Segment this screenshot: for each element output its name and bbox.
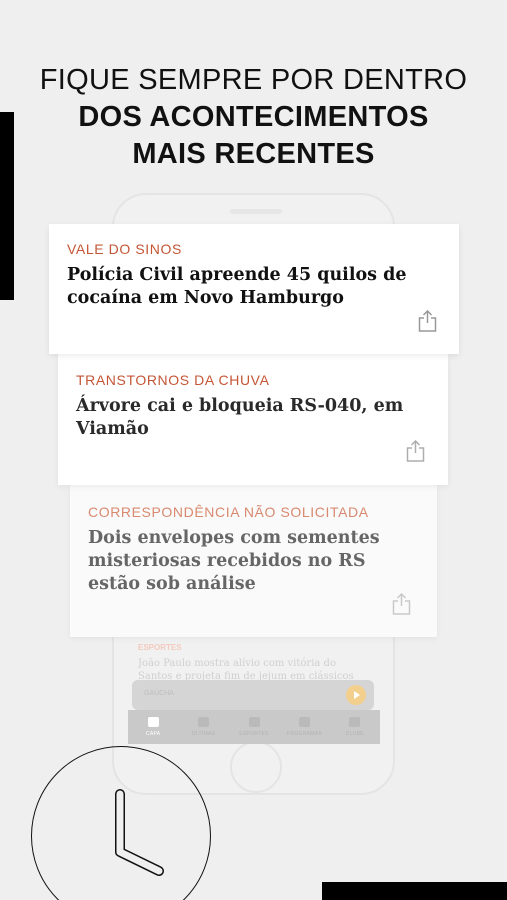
- decorative-bottom-bar: [322, 882, 507, 900]
- tab-capa: CAPA: [128, 710, 178, 744]
- news-card-title: Árvore cai e bloqueia RS-040, em Viamão: [76, 396, 404, 439]
- headline-line-2: DOS ACONTECIMENTOS: [0, 99, 507, 136]
- news-card-2[interactable]: TRANSTORNOS DA CHUVA Árvore cai e bloque…: [58, 354, 448, 485]
- news-card-title: Polícia Civil apreende 45 quilos de coca…: [67, 265, 407, 308]
- phone-tab-bar: CAPA ÚLTIMAS ESPORTES PROGRAMAS CLUBE: [128, 710, 380, 744]
- phone-background-story: ESPORTES João Paulo mostra alívio com vi…: [138, 643, 368, 683]
- tab-esportes: ESPORTES: [229, 710, 279, 744]
- tab-clube: CLUBE: [330, 710, 380, 744]
- play-icon: [346, 685, 366, 705]
- video-icon: [298, 717, 310, 727]
- headline-line-2-prefix: DOS: [78, 101, 150, 133]
- headline-line-1: FIQUE SEMPRE POR DENTRO: [39, 64, 468, 96]
- tab-ultimas: ÚLTIMAS: [178, 710, 228, 744]
- home-icon: [147, 717, 159, 727]
- phone-home-button: [230, 741, 282, 793]
- club-icon: [349, 717, 361, 727]
- news-card-3[interactable]: CORRESPONDÊNCIA NÃO SOLICITADA Dois enve…: [70, 485, 437, 637]
- headline-line-3: MAIS RECENTES: [132, 138, 375, 170]
- phone-audio-player: GAÚCHA: [132, 680, 374, 710]
- news-card-1[interactable]: VALE DO SINOS Polícia Civil apreende 45 …: [49, 224, 459, 354]
- headline-line-2-bold: ACONTECIMENTOS: [149, 101, 429, 133]
- news-card-section: CORRESPONDÊNCIA NÃO SOLICITADA: [88, 504, 369, 520]
- share-icon[interactable]: [392, 593, 411, 615]
- ball-icon: [248, 717, 260, 727]
- tab-programas: PROGRAMAS: [279, 710, 329, 744]
- player-station-label: GAÚCHA: [144, 690, 174, 697]
- news-card-title: Dois envelopes com sementes misteriosas …: [88, 528, 380, 594]
- tab-label: CAPA: [145, 731, 161, 737]
- news-card-section: VALE DO SINOS: [67, 241, 182, 257]
- phone-speaker: [230, 209, 282, 214]
- tab-label: CLUBE: [345, 731, 364, 737]
- phone-story-section: ESPORTES: [138, 643, 182, 652]
- tab-label: ÚLTIMAS: [191, 731, 216, 737]
- share-icon[interactable]: [418, 310, 437, 332]
- promo-headline: FIQUE SEMPRE POR DENTRO DOS ACONTECIMENT…: [0, 62, 507, 173]
- share-icon[interactable]: [406, 440, 425, 462]
- tab-label: ESPORTES: [239, 731, 269, 737]
- tab-label: PROGRAMAS: [286, 731, 323, 737]
- clock-icon: [198, 717, 210, 727]
- news-card-section: TRANSTORNOS DA CHUVA: [76, 372, 270, 388]
- clock-icon: [31, 746, 211, 900]
